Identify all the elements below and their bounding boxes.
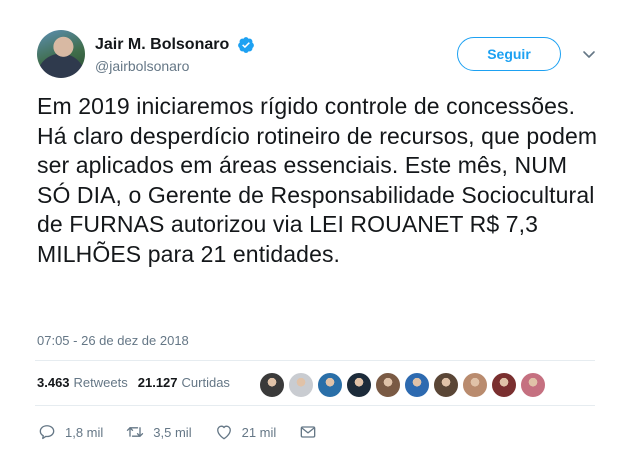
liker-avatar[interactable]	[288, 372, 314, 398]
liker-avatar[interactable]	[433, 372, 459, 398]
direct-message-button[interactable]	[298, 422, 326, 442]
like-button[interactable]: 21 mil	[214, 422, 277, 442]
tweet-actions: 1,8 mil 3,5 mil 21 mil	[37, 422, 348, 442]
liker-avatar[interactable]	[462, 372, 488, 398]
tweet-header: Jair M. Bolsonaro @jairbolsonaro Seguir	[37, 30, 607, 82]
tweet-stats: 3.463 Retweets 21.127 Curtidas	[37, 375, 240, 390]
divider	[35, 360, 595, 361]
retweet-count: 3,5 mil	[153, 424, 192, 440]
author-display-name[interactable]: Jair M. Bolsonaro	[95, 36, 229, 54]
verified-badge-icon	[237, 37, 254, 53]
likes-label[interactable]: Curtidas	[182, 375, 230, 390]
author-avatar[interactable]	[37, 30, 85, 78]
chevron-down-icon[interactable]	[579, 44, 599, 64]
retweet-button[interactable]: 3,5 mil	[125, 422, 192, 442]
tweet-timestamp[interactable]: 07:05 - 26 de dez de 2018	[37, 333, 189, 348]
liker-avatar[interactable]	[491, 372, 517, 398]
author-handle[interactable]: @jairbolsonaro	[95, 58, 255, 74]
liker-avatar[interactable]	[259, 372, 285, 398]
reply-icon	[39, 425, 55, 440]
retweets-label[interactable]: Retweets	[74, 375, 128, 390]
liker-avatar[interactable]	[375, 372, 401, 398]
follow-button[interactable]: Seguir	[457, 37, 561, 71]
tweet-text: Em 2019 iniciaremos rígido controle de c…	[37, 93, 598, 267]
liker-avatar[interactable]	[346, 372, 372, 398]
liker-avatar[interactable]	[404, 372, 430, 398]
envelope-icon	[300, 426, 316, 438]
likes-count[interactable]: 21.127	[138, 375, 178, 390]
divider	[35, 405, 595, 406]
retweet-icon	[127, 427, 144, 437]
liker-avatar[interactable]	[317, 372, 343, 398]
reply-button[interactable]: 1,8 mil	[37, 422, 103, 442]
liker-avatar[interactable]	[520, 372, 546, 398]
retweets-count[interactable]: 3.463	[37, 375, 70, 390]
reply-count: 1,8 mil	[65, 424, 104, 440]
author-name-block[interactable]: Jair M. Bolsonaro @jairbolsonaro	[95, 36, 255, 74]
like-count: 21 mil	[241, 424, 277, 440]
liker-avatars	[259, 372, 549, 398]
heart-icon	[216, 425, 231, 440]
